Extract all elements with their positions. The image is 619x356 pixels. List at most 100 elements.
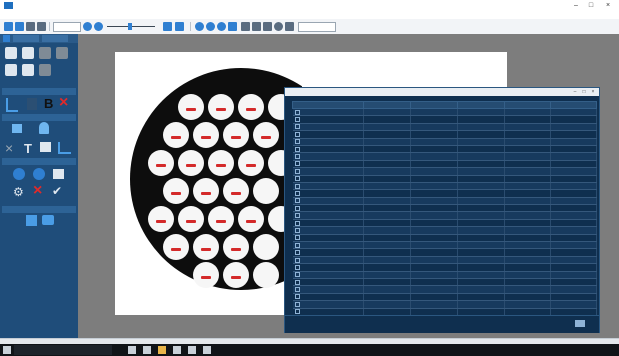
table-row[interactable] bbox=[292, 197, 597, 206]
sidebar-tab-icon[interactable] bbox=[3, 35, 10, 42]
row-checkbox[interactable] bbox=[294, 213, 300, 219]
move-icon[interactable] bbox=[12, 124, 22, 133]
arc-icon[interactable] bbox=[285, 22, 294, 31]
results-minimize-button[interactable]: – bbox=[572, 89, 578, 95]
select-icon[interactable] bbox=[195, 22, 204, 31]
row-checkbox[interactable] bbox=[294, 287, 300, 293]
row-checkbox[interactable] bbox=[294, 294, 300, 300]
measure-icon[interactable] bbox=[6, 98, 18, 112]
save-icon[interactable] bbox=[26, 22, 35, 31]
table-row[interactable] bbox=[292, 145, 597, 154]
row-checkbox[interactable] bbox=[294, 279, 300, 285]
window-icon[interactable] bbox=[53, 169, 64, 179]
table-row[interactable] bbox=[292, 175, 597, 183]
row-checkbox[interactable] bbox=[294, 257, 300, 263]
close-tool-icon[interactable]: × bbox=[5, 140, 13, 156]
edge-icon[interactable] bbox=[143, 346, 151, 354]
thumbnail-3[interactable] bbox=[39, 47, 51, 59]
column-header[interactable] bbox=[292, 101, 364, 109]
chart-icon[interactable] bbox=[58, 142, 71, 154]
thumbnail-5[interactable] bbox=[5, 64, 17, 76]
task-view-icon[interactable] bbox=[128, 346, 136, 354]
line-icon[interactable] bbox=[241, 22, 250, 31]
table-row[interactable] bbox=[292, 285, 597, 294]
store-icon[interactable] bbox=[173, 346, 181, 354]
table-row[interactable] bbox=[292, 167, 597, 176]
results-title-bar[interactable]: – □ × bbox=[285, 88, 599, 96]
table-row[interactable] bbox=[292, 115, 597, 124]
row-checkbox[interactable] bbox=[294, 264, 300, 270]
row-checkbox[interactable] bbox=[294, 154, 300, 160]
person-icon[interactable] bbox=[39, 122, 49, 134]
table-row[interactable] bbox=[292, 182, 597, 191]
table-row[interactable] bbox=[292, 160, 597, 169]
zoom-value-field[interactable] bbox=[298, 22, 336, 32]
zoom-slider-thumb[interactable] bbox=[128, 23, 132, 30]
results-maximize-button[interactable]: □ bbox=[581, 89, 587, 95]
table-row[interactable] bbox=[292, 138, 597, 146]
row-checkbox[interactable] bbox=[294, 161, 300, 167]
close-button[interactable]: × bbox=[601, 1, 615, 10]
circle-icon[interactable] bbox=[274, 22, 283, 31]
crop-icon[interactable] bbox=[228, 22, 237, 31]
table-row[interactable] bbox=[292, 234, 597, 243]
fit-icon[interactable] bbox=[163, 22, 172, 31]
pan-icon[interactable] bbox=[206, 22, 215, 31]
row-checkbox[interactable] bbox=[294, 220, 300, 226]
image-icon[interactable] bbox=[175, 22, 184, 31]
mail-icon[interactable] bbox=[188, 346, 196, 354]
export-icon[interactable] bbox=[575, 320, 585, 327]
thumbnail-2[interactable] bbox=[22, 47, 34, 59]
row-checkbox[interactable] bbox=[294, 183, 300, 189]
micrograph-image[interactable] bbox=[130, 68, 302, 308]
start-icon[interactable] bbox=[3, 346, 11, 354]
row-checkbox[interactable] bbox=[294, 272, 300, 278]
row-checkbox[interactable] bbox=[294, 205, 300, 211]
camera-icon[interactable] bbox=[42, 215, 54, 225]
table-row[interactable] bbox=[292, 211, 597, 220]
table-row[interactable] bbox=[292, 226, 597, 235]
app-taskbar-icon[interactable] bbox=[203, 346, 211, 354]
close-icon[interactable]: × bbox=[33, 182, 42, 200]
file-explorer-icon[interactable] bbox=[158, 346, 166, 354]
table-row[interactable] bbox=[292, 300, 597, 309]
bold-icon[interactable]: B bbox=[44, 96, 53, 111]
taskbar-search-input[interactable] bbox=[14, 345, 112, 355]
table-row[interactable] bbox=[292, 263, 597, 272]
maximize-button[interactable]: □ bbox=[584, 1, 598, 10]
zoom-in-icon[interactable] bbox=[83, 22, 92, 31]
row-checkbox[interactable] bbox=[294, 309, 300, 315]
table-row[interactable] bbox=[292, 189, 597, 198]
table-row[interactable] bbox=[292, 271, 597, 280]
table-row[interactable] bbox=[292, 123, 597, 132]
row-checkbox[interactable] bbox=[294, 117, 300, 123]
table-row[interactable] bbox=[292, 152, 597, 161]
row-checkbox[interactable] bbox=[294, 190, 300, 196]
row-checkbox[interactable] bbox=[294, 301, 300, 307]
settings-icon[interactable]: ⚙ bbox=[13, 185, 24, 199]
angle-icon[interactable] bbox=[252, 22, 261, 31]
table-row[interactable] bbox=[292, 256, 597, 265]
ruler-icon[interactable] bbox=[27, 98, 37, 110]
open-icon[interactable] bbox=[15, 22, 24, 31]
sidebar-tab-calibration[interactable] bbox=[13, 35, 39, 42]
row-checkbox[interactable] bbox=[294, 250, 300, 256]
row-checkbox[interactable] bbox=[294, 168, 300, 174]
pen-icon[interactable] bbox=[263, 22, 272, 31]
minimize-button[interactable]: – bbox=[569, 1, 583, 10]
thumbnail-6[interactable] bbox=[22, 64, 34, 76]
delete-icon[interactable]: × bbox=[59, 94, 68, 112]
rotate-icon[interactable] bbox=[217, 22, 226, 31]
print-icon[interactable] bbox=[37, 22, 46, 31]
results-window[interactable]: – □ × bbox=[284, 87, 600, 333]
profile-dropdown[interactable] bbox=[53, 22, 81, 32]
thumbnail-7[interactable] bbox=[39, 64, 51, 76]
column-header[interactable] bbox=[410, 101, 458, 109]
row-checkbox[interactable] bbox=[294, 176, 300, 182]
table-row[interactable] bbox=[292, 130, 597, 139]
table-row[interactable] bbox=[292, 278, 597, 287]
row-checkbox[interactable] bbox=[294, 242, 300, 248]
sidebar-tab-image[interactable] bbox=[42, 35, 68, 42]
row-checkbox[interactable] bbox=[294, 198, 300, 204]
thumbnail-1[interactable] bbox=[5, 47, 17, 59]
